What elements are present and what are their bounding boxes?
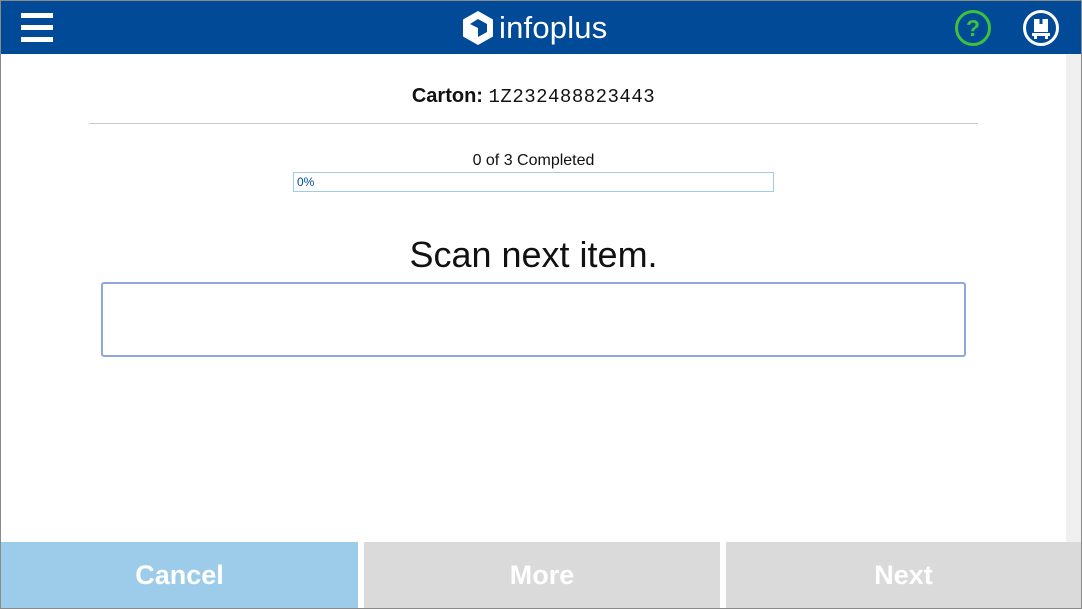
hamburger-menu-icon[interactable] — [21, 13, 53, 43]
infoplus-logo-icon — [463, 11, 493, 45]
user-badge-icon[interactable] — [1022, 9, 1060, 47]
brand-name: infoplus — [499, 10, 608, 45]
progress-percent: 0% — [297, 175, 315, 189]
divider — [89, 123, 978, 124]
help-circle-icon[interactable]: ? — [954, 9, 992, 47]
scan-input[interactable] — [101, 282, 966, 357]
carton-label: Carton: — [411, 85, 483, 107]
app-window: infoplus ? Carton: 1Z232488823443 0 of 3… — [0, 0, 1082, 609]
footer-actions: Cancel More Next — [1, 542, 1081, 608]
cancel-button[interactable]: Cancel — [1, 542, 358, 608]
brand-logo: infoplus — [461, 10, 607, 46]
carton-number: 1Z232488823443 — [488, 86, 656, 108]
vertical-scrollbar[interactable] — [1066, 54, 1081, 542]
next-button[interactable]: Next — [726, 542, 1081, 608]
progress-count: 0 of 3 Completed — [472, 152, 595, 169]
more-button[interactable]: More — [364, 542, 720, 608]
scan-prompt: Scan next item. — [409, 234, 658, 275]
svg-text:?: ? — [966, 15, 980, 41]
progress-bar: 0% — [293, 172, 774, 192]
top-bar: infoplus ? — [1, 1, 1081, 54]
carton-row: Carton: 1Z232488823443 — [1, 85, 1066, 108]
